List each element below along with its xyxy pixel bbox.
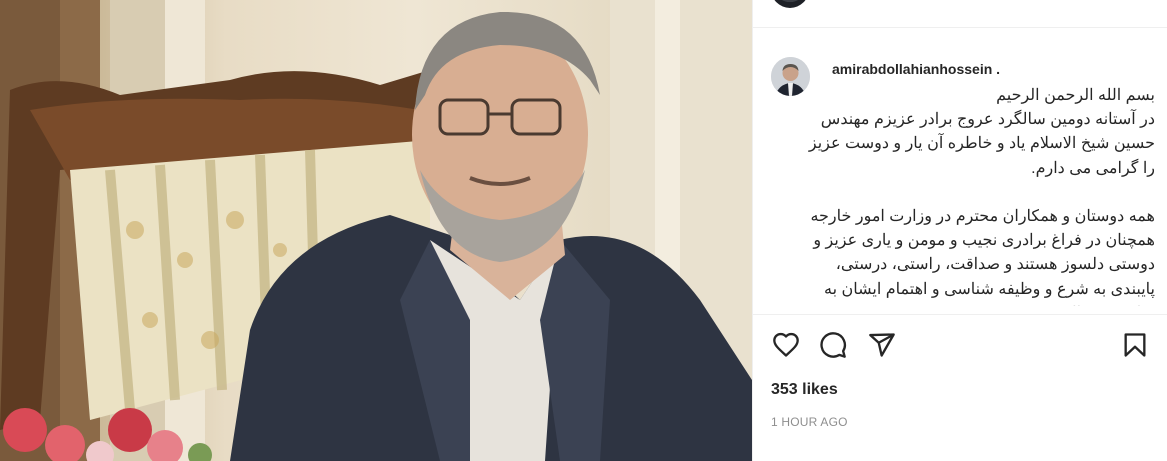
username-suffix: . (996, 61, 1001, 77)
post-caption: بسم الله الرحمن الرحیم در آستانه دومین س… (808, 87, 1155, 306)
share-button[interactable] (867, 330, 897, 360)
username-link[interactable]: amirabdollahianhossein . (832, 61, 1000, 77)
comment-bubble-icon (820, 332, 847, 358)
save-button[interactable] (1120, 330, 1150, 360)
header-divider (752, 27, 1167, 28)
caption-divider (752, 314, 1167, 315)
username-text[interactable]: amirabdollahianhossein (832, 61, 992, 77)
likes-count[interactable]: 353 likes (771, 381, 838, 399)
post-photo[interactable] (0, 0, 752, 461)
paper-plane-icon (869, 333, 895, 357)
like-button[interactable] (771, 330, 801, 360)
bookmark-icon (1124, 333, 1146, 357)
comment-button[interactable] (818, 330, 848, 360)
post-photo-artwork (0, 0, 752, 461)
instagram-post: amirabdollahianhossein . بسم الله الرحمن… (0, 0, 1167, 461)
post-timestamp[interactable]: 1 HOUR AGO (771, 415, 848, 429)
heart-icon (773, 332, 799, 357)
